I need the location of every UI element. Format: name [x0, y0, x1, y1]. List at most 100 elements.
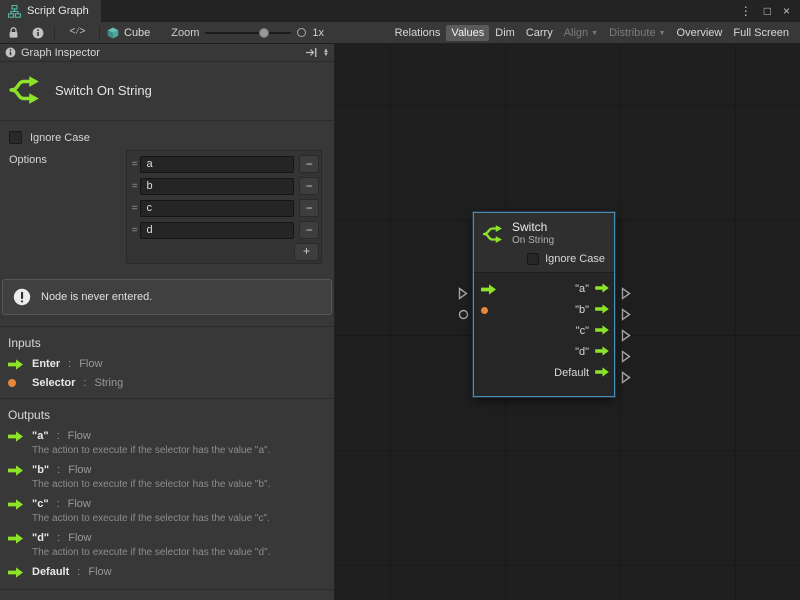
tab-title: Script Graph [27, 5, 89, 17]
values-button[interactable]: Values [446, 25, 489, 41]
flow-in-arrow-icon[interactable] [481, 284, 498, 295]
remove-option-button[interactable]: − [299, 177, 319, 195]
node-port-row: "a" [474, 279, 614, 300]
drag-handle-icon[interactable]: = [129, 159, 140, 170]
options-label: Options [9, 150, 47, 264]
unit-title-section: Switch On String [0, 62, 334, 121]
lock-icon[interactable] [4, 24, 22, 42]
node-subtitle: On String [512, 235, 554, 248]
drag-handle-icon[interactable]: = [129, 225, 140, 236]
unit-title: Switch On String [55, 83, 152, 98]
flow-arrow-icon [8, 465, 24, 476]
script-graph-window: Script Graph ⋮ □ × <∕> [0, 0, 800, 600]
remove-option-button[interactable]: − [299, 221, 319, 239]
info-icon[interactable] [29, 24, 47, 42]
option-input[interactable] [140, 156, 294, 173]
node-port-row: "b" [474, 300, 614, 321]
zoom-control: Zoom 1x [171, 27, 324, 39]
external-flow-output-port[interactable] [621, 308, 631, 321]
input-selector: Selector : String [0, 372, 334, 391]
node-port-row: Default [474, 363, 614, 384]
maximize-icon[interactable]: □ [764, 4, 771, 18]
flow-out-arrow-icon[interactable] [595, 325, 609, 338]
external-flow-output-port[interactable] [621, 350, 631, 363]
zoom-label: Zoom [171, 27, 199, 39]
output-description: The action to execute if the selector ha… [32, 513, 326, 524]
switch-on-string-node[interactable]: Switch On String Ignore Case "a" [473, 212, 615, 397]
graph-canvas[interactable]: Switch On String Ignore Case "a" [335, 44, 800, 600]
ignore-case-checkbox[interactable] [527, 253, 539, 265]
flow-arrow-icon [8, 431, 24, 442]
flow-out-arrow-icon[interactable] [595, 367, 609, 380]
drag-handle-icon[interactable]: = [129, 203, 140, 214]
align-dropdown[interactable]: Align▼ [559, 25, 603, 41]
panel-spinner[interactable]: ▲ ▼ [323, 49, 331, 57]
tab-script-graph[interactable]: Script Graph [0, 0, 101, 22]
selector-value-dot-icon[interactable] [481, 307, 498, 314]
external-flow-input-port[interactable] [458, 287, 468, 300]
node-port-row: "d" [474, 342, 614, 363]
output-default: Default : Flow [0, 561, 334, 580]
toolbar-separator [54, 26, 55, 40]
outputs-header: Outputs [0, 398, 334, 425]
warning-text: Node is never entered. [41, 291, 152, 303]
graph-toolbar: <∕> Cube Zoom 1x Relations Values Dim Ca… [0, 22, 800, 44]
inputs-header: Inputs [0, 326, 334, 353]
external-value-input-port[interactable] [458, 309, 469, 320]
flow-arrow-icon [8, 359, 24, 370]
relations-button[interactable]: Relations [390, 25, 446, 41]
node-ports: "a" "b" "c" [474, 273, 614, 396]
port-label: "d" [575, 346, 589, 358]
flow-arrow-icon [8, 499, 24, 510]
output-description: The action to execute if the selector ha… [32, 547, 326, 558]
zoom-slider[interactable] [205, 32, 291, 34]
close-icon[interactable]: × [783, 4, 790, 18]
graph-inspector-panel: Graph Inspector ▲ ▼ Switch O [0, 44, 335, 600]
option-row: = − [129, 175, 319, 197]
graph-context-button[interactable]: Cube [107, 27, 150, 39]
distribute-dropdown[interactable]: Distribute▼ [604, 25, 670, 41]
option-input[interactable] [140, 200, 294, 217]
port-label: Default [554, 367, 589, 379]
overview-button[interactable]: Overview [672, 25, 728, 41]
zoom-reset-icon[interactable] [297, 28, 306, 37]
dock-icon[interactable] [305, 47, 318, 58]
switch-icon [482, 223, 504, 245]
warning-box: Node is never entered. [2, 279, 332, 315]
flow-out-arrow-icon[interactable] [595, 346, 609, 359]
add-option-button[interactable]: + [294, 243, 319, 261]
external-flow-output-port[interactable] [621, 329, 631, 342]
node-port-row: "c" [474, 321, 614, 342]
ignore-case-checkbox[interactable] [9, 131, 22, 144]
zoom-slider-knob[interactable] [259, 28, 269, 38]
option-row: = − [129, 153, 319, 175]
inspector-title: Graph Inspector [21, 47, 100, 59]
drag-handle-icon[interactable]: = [129, 181, 140, 192]
flow-out-arrow-icon[interactable] [595, 304, 609, 317]
dim-button[interactable]: Dim [490, 25, 520, 41]
code-view-icon[interactable]: <∕> [62, 24, 92, 42]
cube-icon [107, 27, 119, 39]
port-label: "c" [576, 325, 589, 337]
option-input[interactable] [140, 222, 294, 239]
port-label: "b" [575, 304, 589, 316]
chevron-down-icon: ▼ [659, 30, 666, 37]
add-option-row: + [129, 241, 319, 262]
option-input[interactable] [140, 178, 294, 195]
node-header[interactable]: Switch On String [474, 213, 614, 250]
window-menu-icon[interactable]: ⋮ [740, 4, 752, 18]
remove-option-button[interactable]: − [299, 155, 319, 173]
external-flow-output-port[interactable] [621, 371, 631, 384]
chevron-down-icon: ▼ [591, 30, 598, 37]
ignore-case-label: Ignore Case [545, 253, 605, 265]
inspector-header: Graph Inspector ▲ ▼ [0, 44, 334, 62]
external-flow-output-port[interactable] [621, 287, 631, 300]
flow-out-arrow-icon[interactable] [595, 283, 609, 296]
fullscreen-button[interactable]: Full Screen [728, 25, 794, 41]
output-d: "d" : Flow The action to execute if the … [0, 527, 334, 561]
main-area: Graph Inspector ▲ ▼ Switch O [0, 44, 800, 600]
carry-button[interactable]: Carry [521, 25, 558, 41]
ignore-case-label: Ignore Case [30, 132, 90, 144]
remove-option-button[interactable]: − [299, 199, 319, 217]
node-title: Switch [512, 220, 554, 235]
